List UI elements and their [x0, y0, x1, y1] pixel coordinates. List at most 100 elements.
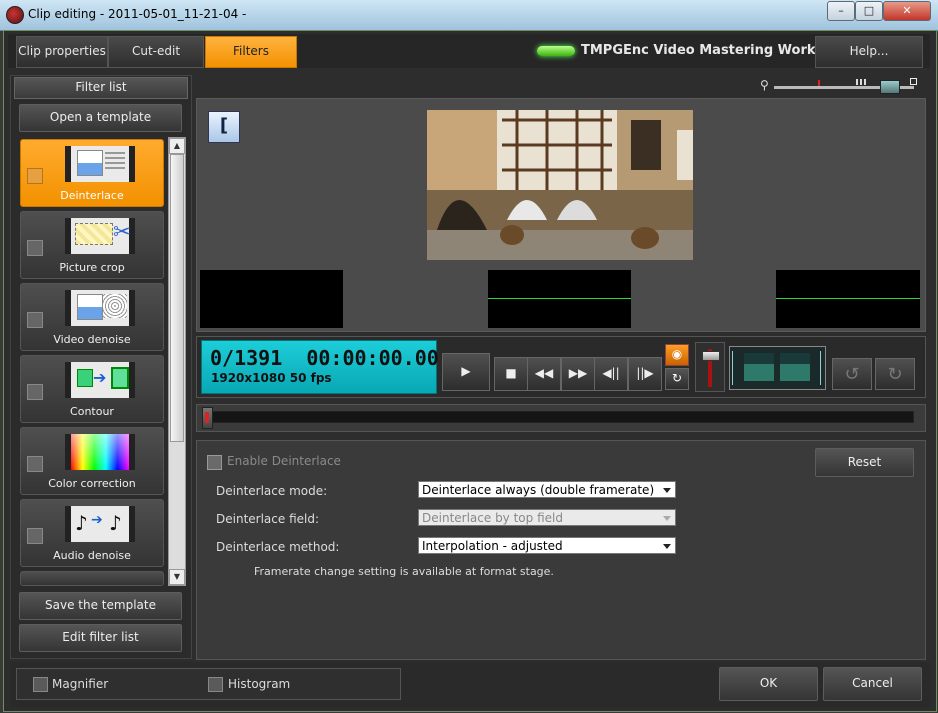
tab-cut-edit[interactable]: Cut-edit [108, 36, 204, 68]
help-button[interactable]: Help... [815, 36, 923, 68]
brand-name: TMPGEnc Video Mastering Works 5 [581, 43, 837, 58]
video-preview [427, 110, 693, 260]
loop-button[interactable]: ↻ [665, 368, 689, 390]
filter-item-audio-denoise[interactable]: ♪ ➔ ♪ Audio denoise [20, 499, 164, 567]
filter-item-label: Color correction [48, 477, 136, 490]
rewind-button[interactable]: ◀◀ [527, 357, 561, 391]
fast-forward-icon: ▶▶ [568, 366, 588, 380]
minimize-button[interactable]: – [827, 1, 855, 21]
deinterlace-mode-value: Deinterlace always (double framerate) [422, 483, 655, 497]
filter-checkbox[interactable] [27, 312, 43, 328]
deinterlace-mode-label: Deinterlace mode: [216, 484, 328, 498]
zoom-slider[interactable]: ⚲ [760, 78, 920, 94]
ok-button[interactable]: OK [719, 667, 818, 701]
magnifier-label: Magnifier [52, 677, 109, 691]
save-template-button[interactable]: Save the template [19, 592, 182, 620]
maximize-button[interactable]: □ [855, 1, 883, 21]
filter-item-label: Video denoise [53, 333, 131, 346]
redo-button[interactable]: ↻ [875, 358, 915, 390]
filter-item-color-correction[interactable]: Color correction [20, 427, 164, 495]
filter-checkbox[interactable] [27, 384, 43, 400]
filter-item-contour[interactable]: ➔ Contour [20, 355, 164, 423]
deinterlace-field-value: Deinterlace by top field [422, 511, 563, 525]
step-back-button[interactable]: ◀|| [594, 357, 628, 391]
step-back-icon: ◀|| [602, 366, 620, 380]
filter-list-header: Filter list [14, 77, 188, 99]
deinterlace-method-value: Interpolation - adjusted [422, 539, 563, 553]
step-forward-icon: ||▶ [636, 366, 654, 380]
undo-button[interactable]: ↺ [832, 358, 872, 390]
filter-checkbox[interactable] [27, 456, 43, 472]
magnifier-checkbox[interactable] [33, 677, 48, 692]
undo-icon: ↺ [844, 364, 860, 385]
filter-item-label: Picture crop [59, 261, 125, 274]
crop-icon: ✂ [65, 218, 135, 254]
fast-forward-button[interactable]: ▶▶ [561, 357, 595, 391]
stop-icon: ■ [505, 366, 517, 380]
tab-filters[interactable]: Filters [205, 36, 297, 68]
filter-item-label: Contour [70, 405, 114, 418]
color-correction-icon [65, 434, 135, 470]
chevron-down-icon [663, 516, 671, 521]
waveform-segment [776, 270, 920, 328]
seek-track[interactable] [212, 411, 914, 423]
enable-deinterlace-checkbox[interactable] [207, 455, 222, 470]
contour-icon: ➔ [65, 362, 135, 398]
deinterlace-method-select[interactable]: Interpolation - adjusted [418, 537, 676, 554]
deinterlace-mode-select[interactable]: Deinterlace always (double framerate) [418, 481, 676, 498]
scroll-up-icon[interactable]: ▲ [169, 138, 185, 154]
play-button[interactable]: ▶ [442, 353, 490, 391]
deinterlace-method-label: Deinterlace method: [216, 540, 340, 554]
scrollbar-thumb[interactable] [170, 154, 184, 442]
brand-led-icon [537, 46, 575, 56]
play-icon: ▶ [461, 364, 471, 378]
app-icon [6, 6, 24, 24]
deinterlace-field-select[interactable]: Deinterlace by top field [418, 509, 676, 526]
close-button[interactable]: ✕ [883, 1, 931, 21]
deinterlace-field-label: Deinterlace field: [216, 512, 320, 526]
audio-denoise-icon: ♪ ➔ ♪ [65, 506, 135, 542]
stop-button[interactable]: ■ [494, 357, 528, 391]
open-template-button[interactable]: Open a template [19, 104, 182, 132]
zoom-handle[interactable] [880, 80, 900, 94]
format-readout: 1920x1080 50 fps [211, 371, 332, 385]
deinterlace-icon [65, 146, 135, 182]
rewind-icon: ◀◀ [534, 366, 554, 380]
frame-time-readout: 0/1391 00:00:00.00 [210, 346, 439, 370]
chevron-down-icon [663, 488, 671, 493]
filter-item-deinterlace[interactable]: Deinterlace [20, 139, 164, 207]
filter-item-label: Deinterlace [60, 189, 124, 202]
seek-handle[interactable] [202, 407, 213, 429]
scroll-down-icon[interactable]: ▼ [169, 569, 185, 585]
window-title: Clip editing - 2011-05-01_11-21-04 - [28, 7, 247, 21]
loop-icon: ↻ [671, 371, 683, 385]
filter-checkbox[interactable] [27, 528, 43, 544]
filter-item-label: Audio denoise [53, 549, 131, 562]
volume-handle[interactable] [702, 351, 720, 361]
waveform-segment [200, 270, 343, 328]
filter-item-picture-crop[interactable]: ✂ Picture crop [20, 211, 164, 279]
edit-filter-list-button[interactable]: Edit filter list [19, 624, 182, 652]
reset-button[interactable]: Reset [815, 448, 914, 477]
filter-checkbox[interactable] [27, 240, 43, 256]
magnify-icon: ⚲ [760, 78, 769, 92]
framerate-note: Framerate change setting is available at… [254, 565, 554, 578]
audio-toggle-button[interactable]: ◉ [665, 344, 689, 366]
speaker-icon: ◉ [671, 347, 683, 361]
enable-deinterlace-label: Enable Deinterlace [227, 454, 341, 468]
chevron-down-icon [663, 544, 671, 549]
histogram-label: Histogram [228, 677, 291, 691]
cancel-button[interactable]: Cancel [823, 667, 922, 701]
redo-icon: ↻ [887, 364, 903, 385]
volume-slider[interactable] [695, 342, 725, 392]
tab-clip-properties[interactable]: Clip properties [16, 36, 108, 68]
histogram-checkbox[interactable] [208, 677, 223, 692]
step-forward-button[interactable]: ||▶ [628, 357, 662, 391]
video-denoise-icon [65, 290, 135, 326]
filter-item-partial[interactable] [20, 571, 164, 586]
waveform-segment [488, 270, 631, 328]
filter-item-video-denoise[interactable]: Video denoise [20, 283, 164, 351]
filter-checkbox[interactable] [27, 168, 43, 184]
audio-level-meter [729, 346, 826, 390]
mark-in-icon[interactable]: [ [208, 111, 240, 143]
